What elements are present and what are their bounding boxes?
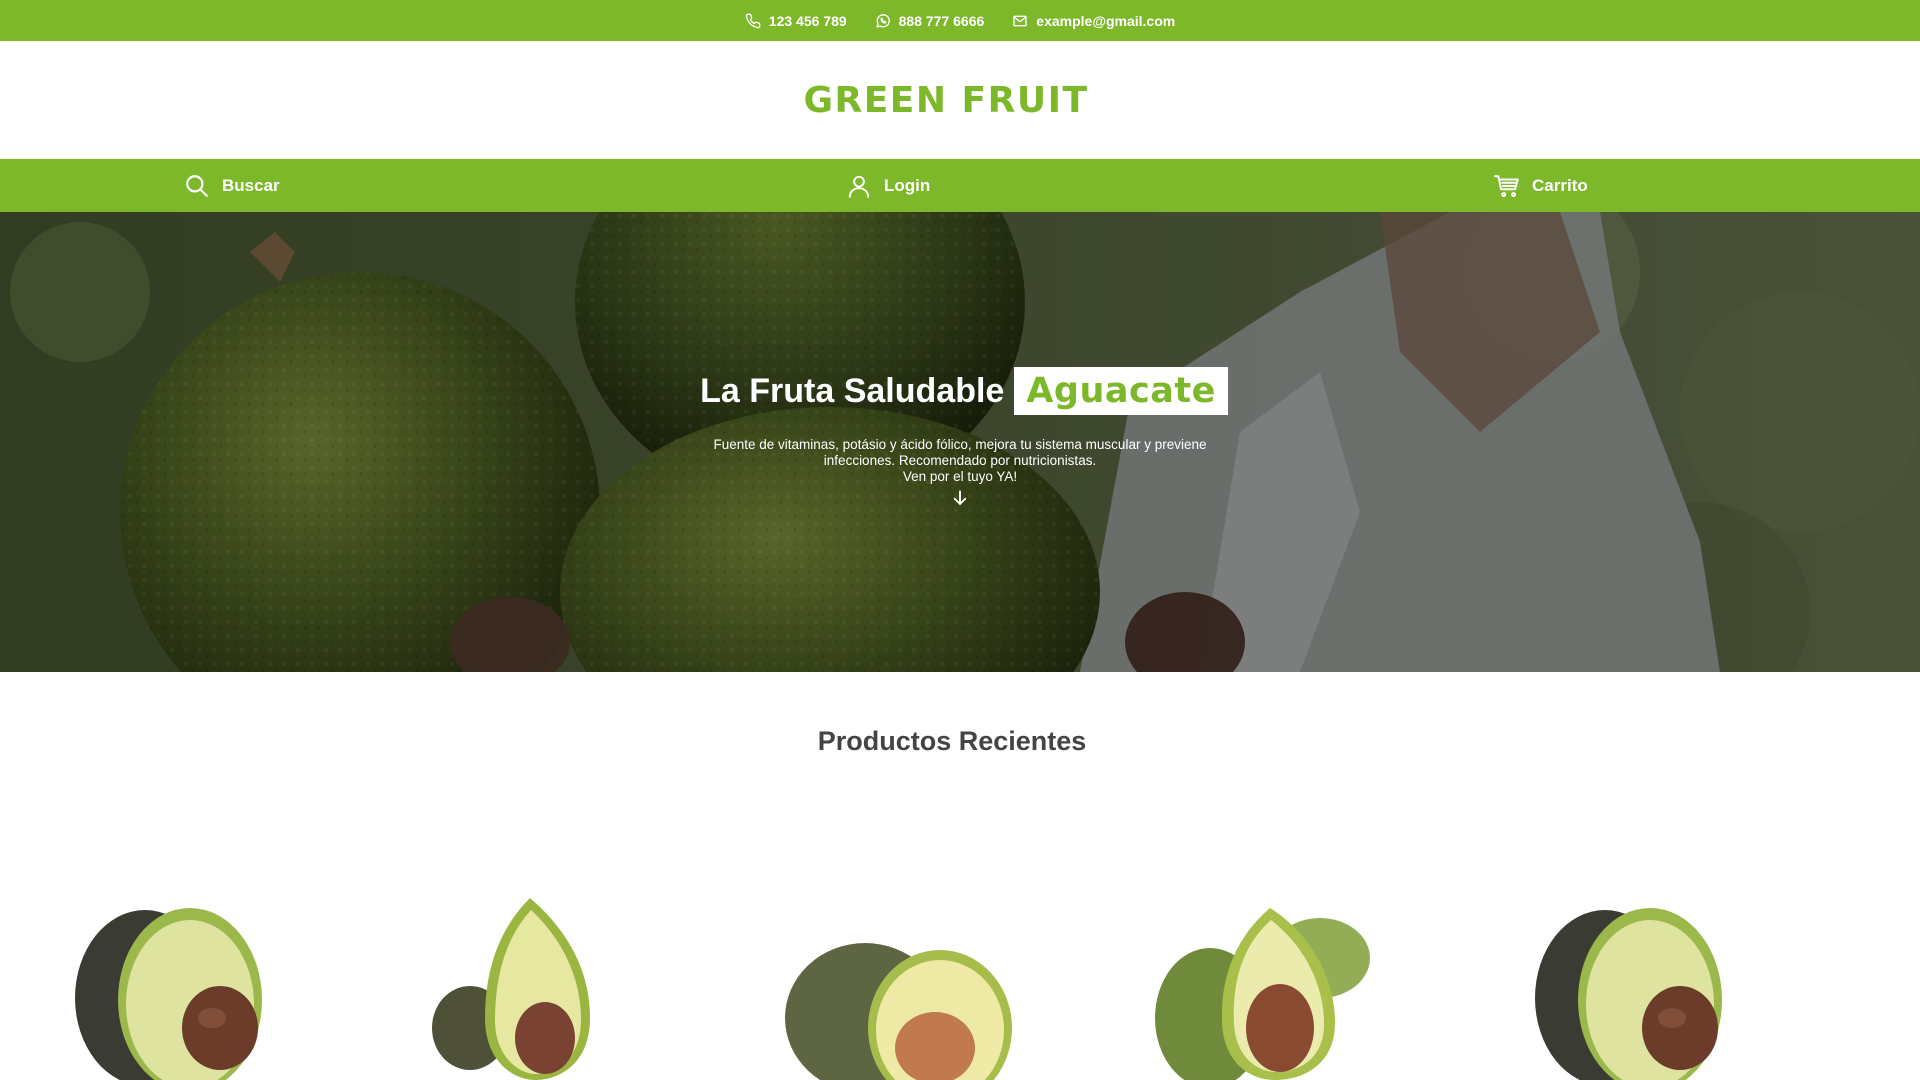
- whatsapp-icon: [875, 13, 890, 28]
- cart-button[interactable]: Carrito: [1494, 159, 1588, 212]
- mail-icon: [1013, 15, 1027, 26]
- site-header: GREEN FRUIT: [0, 41, 1920, 159]
- avocado-product-image: [1535, 908, 1722, 1080]
- phone-number: 123 456 789: [768, 12, 847, 29]
- login-label: Login: [884, 175, 931, 195]
- product-image[interactable]: [405, 888, 665, 1080]
- avocado-product-image: [432, 898, 590, 1080]
- hero-headline: La Fruta Saludable Aguacate: [700, 367, 1228, 415]
- user-icon: [848, 175, 870, 198]
- whatsapp-number: 888 777 6666: [898, 12, 985, 29]
- cart-label: Carrito: [1532, 175, 1588, 195]
- avocado-product-image: [75, 908, 262, 1080]
- hero-content: La Fruta Saludable Aguacate Fuente de vi…: [0, 367, 1920, 512]
- email-address: example@gmail.com: [1036, 12, 1176, 29]
- hero-call-to-action: Ven por el tuyo YA!: [902, 469, 1018, 484]
- recent-products-title: Productos Recientes: [817, 726, 1087, 756]
- product-image[interactable]: [765, 888, 1025, 1080]
- cart-icon: [1494, 174, 1519, 197]
- product-image[interactable]: [40, 888, 300, 1080]
- hero-title: La Fruta Saludable: [700, 371, 1005, 410]
- whatsapp-contact[interactable]: 888 777 6666: [875, 12, 985, 29]
- avocado-product-image: [1155, 908, 1370, 1080]
- site-logo-text[interactable]: GREEN FRUIT: [803, 80, 1088, 121]
- phone-contact[interactable]: 123 456 789: [745, 13, 847, 29]
- hero-description: Fuente de vitaminas, potásio y ácido fól…: [713, 437, 1207, 468]
- hero-title-highlight: Aguacate: [1014, 367, 1228, 415]
- hero-banner: La Fruta Saludable Aguacate Fuente de vi…: [0, 212, 1920, 672]
- product-image[interactable]: [1505, 888, 1765, 1080]
- avocado-product-image: [785, 943, 1012, 1080]
- search-icon: [186, 174, 208, 197]
- main-nav: Buscar Login Carrito: [0, 159, 1920, 212]
- phone-icon: [745, 13, 761, 28]
- login-button[interactable]: Login: [846, 159, 930, 212]
- search-label: Buscar: [222, 175, 280, 195]
- product-image[interactable]: [1140, 888, 1400, 1080]
- search-button[interactable]: Buscar: [184, 159, 280, 212]
- contact-bar: 123 456 789 888 777 6666 example@gmail.c…: [0, 0, 1920, 41]
- email-contact[interactable]: example@gmail.com: [1012, 13, 1175, 29]
- arrow-down-icon[interactable]: [951, 489, 969, 507]
